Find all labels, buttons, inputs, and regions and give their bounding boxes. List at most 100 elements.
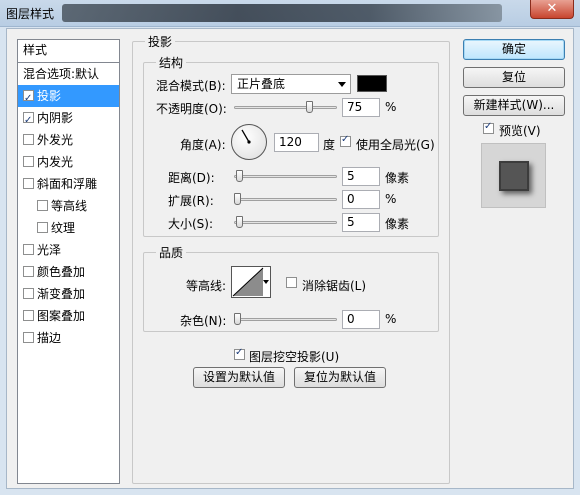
preview-square (499, 161, 529, 191)
style-list-item-checkbox[interactable] (23, 288, 34, 299)
spread-slider-track (234, 198, 337, 201)
style-list-item[interactable]: 等高线 (18, 195, 119, 217)
knockout-label[interactable]: 图层挖空投影(U) (249, 348, 339, 365)
quality-legend: 品质 (156, 244, 187, 261)
opacity-label: 不透明度(O): (156, 102, 227, 116)
style-list-item[interactable]: 混合选项:默认 (18, 63, 119, 85)
style-preview-thumbnail (481, 143, 546, 208)
distance-unit: 像素 (385, 171, 410, 185)
antialias-checkbox[interactable] (286, 277, 297, 288)
style-list-header[interactable]: 样式 (18, 40, 119, 63)
style-list-item-checkbox[interactable] (23, 266, 34, 277)
distance-input[interactable]: 5 (342, 167, 380, 186)
size-slider[interactable] (234, 216, 337, 230)
antialias-label[interactable]: 消除锯齿(L) (302, 277, 366, 294)
chevron-down-icon (263, 280, 269, 284)
dialog-body: 样式 混合选项:默认投影内阴影外发光内发光斜面和浮雕等高线纹理光泽颜色叠加渐变叠… (6, 28, 574, 489)
knockout-checkbox[interactable] (234, 347, 245, 360)
preview-checkbox[interactable] (483, 121, 494, 134)
global-light-label[interactable]: 使用全局光(G) (356, 136, 435, 153)
spread-slider[interactable] (234, 193, 337, 207)
style-list-item-label: 纹理 (51, 221, 76, 235)
opacity-slider-thumb[interactable] (306, 101, 313, 113)
style-list-item-checkbox[interactable] (23, 178, 34, 189)
blend-mode-value: 正片叠底 (237, 77, 286, 91)
style-list-item[interactable]: 投影 (18, 85, 119, 110)
new-style-button[interactable]: 新建样式(W)... (463, 95, 565, 116)
size-slider-thumb[interactable] (236, 216, 243, 228)
style-list-item-label: 等高线 (51, 199, 88, 213)
opacity-slider[interactable] (234, 101, 337, 115)
make-default-button[interactable]: 设置为默认值 (193, 367, 285, 388)
style-list-item[interactable]: 斜面和浮雕 (18, 173, 119, 195)
distance-slider-thumb[interactable] (236, 170, 243, 182)
spread-slider-thumb[interactable] (234, 193, 241, 205)
style-list-item-label: 投影 (37, 89, 62, 103)
blend-mode-select[interactable]: 正片叠底 (231, 74, 351, 94)
angle-input[interactable]: 120 (274, 133, 319, 152)
style-list-item-checkbox[interactable] (23, 310, 34, 321)
close-button[interactable]: ✕ (530, 0, 574, 19)
style-list-item-label: 混合选项:默认 (23, 67, 100, 81)
noise-label: 杂色(N): (180, 314, 227, 328)
noise-input[interactable]: 0 (342, 310, 380, 329)
style-list-item-checkbox[interactable] (23, 244, 34, 255)
drop-shadow-group: 投影 结构 混合模式(B): 正片叠底 不透明度(O): 75 % 角度(A): (132, 33, 450, 484)
opacity-input[interactable]: 75 (342, 98, 380, 117)
style-list-item[interactable]: 光泽 (18, 239, 119, 261)
structure-group: 结构 混合模式(B): 正片叠底 不透明度(O): 75 % 角度(A): 12… (143, 54, 439, 237)
angle-label: 角度(A): (180, 138, 226, 152)
contour-linear-icon (232, 267, 264, 297)
noise-slider-thumb[interactable] (234, 313, 241, 325)
chevron-down-icon (338, 82, 346, 87)
size-input[interactable]: 5 (342, 213, 380, 232)
ok-button[interactable]: 确定 (463, 39, 565, 60)
blurred-title-region (62, 4, 502, 22)
reset-default-button[interactable]: 复位为默认值 (294, 367, 386, 388)
style-list-item-checkbox[interactable] (23, 156, 34, 167)
distance-slider-track (234, 175, 337, 178)
style-list-item[interactable]: 外发光 (18, 129, 119, 151)
style-list-item-checkbox[interactable] (37, 222, 48, 233)
style-list-item[interactable]: 描边 (18, 327, 119, 349)
noise-unit: % (385, 312, 397, 326)
style-list-item[interactable]: 图案叠加 (18, 305, 119, 327)
global-light-checkbox[interactable] (340, 134, 351, 147)
style-list-item-checkbox[interactable] (23, 134, 34, 145)
preview-label[interactable]: 预览(V) (499, 122, 541, 139)
reset-button[interactable]: 复位 (463, 67, 565, 88)
style-list-item[interactable]: 渐变叠加 (18, 283, 119, 305)
style-list-item-label: 内发光 (37, 155, 74, 169)
style-list-item[interactable]: 颜色叠加 (18, 261, 119, 283)
spread-input[interactable]: 0 (342, 190, 380, 209)
distance-label: 距离(D): (168, 171, 215, 185)
angle-unit: 度 (323, 138, 336, 152)
shadow-color-swatch[interactable] (357, 75, 387, 92)
style-list-item-checkbox[interactable] (23, 332, 34, 343)
style-list-item-label: 图案叠加 (37, 309, 86, 323)
style-list-item[interactable]: 内发光 (18, 151, 119, 173)
blend-mode-label: 混合模式(B): (156, 79, 226, 93)
style-list-item-label: 渐变叠加 (37, 287, 86, 301)
size-label: 大小(S): (168, 217, 214, 231)
style-list-item-checkbox[interactable] (23, 110, 34, 132)
size-slider-track (234, 221, 337, 224)
noise-slider-track (234, 318, 337, 321)
angle-dial-needle (241, 129, 251, 144)
spread-label: 扩展(R): (168, 194, 214, 208)
drop-shadow-legend: 投影 (145, 33, 176, 50)
opacity-unit: % (385, 100, 397, 114)
distance-slider[interactable] (234, 170, 337, 184)
style-list: 样式 混合选项:默认投影内阴影外发光内发光斜面和浮雕等高线纹理光泽颜色叠加渐变叠… (17, 39, 120, 484)
angle-dial[interactable] (231, 124, 267, 160)
spread-unit: % (385, 192, 397, 206)
style-list-item[interactable]: 内阴影 (18, 107, 119, 132)
style-list-item[interactable]: 纹理 (18, 217, 119, 239)
style-list-item-checkbox[interactable] (23, 88, 34, 110)
contour-picker[interactable] (231, 266, 271, 298)
opacity-slider-track (234, 106, 337, 109)
structure-legend: 结构 (156, 54, 187, 71)
style-list-item-checkbox[interactable] (37, 200, 48, 211)
contour-label: 等高线: (186, 279, 227, 293)
noise-slider[interactable] (234, 313, 337, 327)
